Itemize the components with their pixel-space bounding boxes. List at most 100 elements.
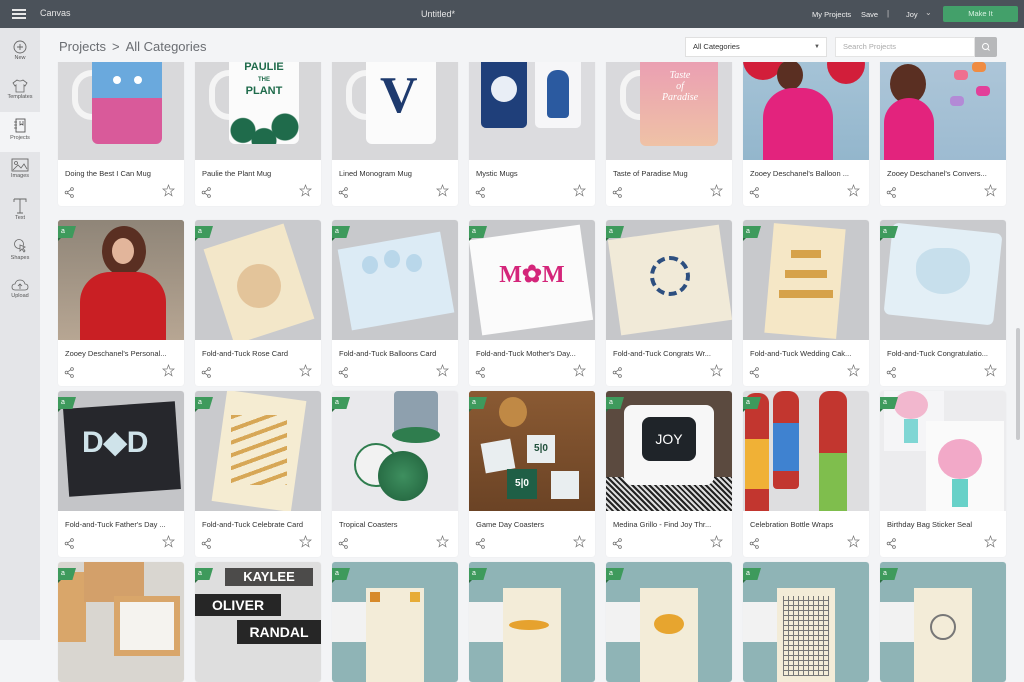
project-thumbnail[interactable]: a xyxy=(332,562,458,682)
document-title[interactable]: Untitled* xyxy=(0,9,876,19)
project-title[interactable]: Tropical Coasters xyxy=(332,511,452,533)
favorite-star-icon[interactable] xyxy=(573,535,586,553)
share-icon[interactable] xyxy=(64,536,75,554)
project-card[interactable]: a Celebration Bottle Wraps xyxy=(743,391,869,557)
category-select[interactable]: All Categories ▼ xyxy=(685,37,827,57)
project-title[interactable]: Medina Grillo - Find Joy Thr... xyxy=(606,511,726,533)
share-icon[interactable] xyxy=(201,536,212,554)
my-projects-link[interactable]: My Projects xyxy=(812,10,851,19)
project-title[interactable]: Fold-and-Tuck Father's Day ... xyxy=(58,511,178,533)
project-card[interactable]: a xyxy=(743,562,869,682)
favorite-star-icon[interactable] xyxy=(847,535,860,553)
share-icon[interactable] xyxy=(338,185,349,203)
project-thumbnail[interactable]: a xyxy=(58,220,184,340)
chevron-down-icon[interactable]: ⌄ xyxy=(925,8,932,17)
share-icon[interactable] xyxy=(612,365,623,383)
share-icon[interactable] xyxy=(64,185,75,203)
project-card[interactable]: D◆D a Fold-and-Tuck Father's Day ... xyxy=(58,391,184,557)
project-card[interactable]: aMystic Mugs xyxy=(469,40,595,206)
project-title[interactable]: Zooey Deschanel's Personal... xyxy=(58,340,178,362)
sidebar-item-shapes[interactable]: Shapes xyxy=(0,232,40,272)
favorite-star-icon[interactable] xyxy=(436,535,449,553)
project-title[interactable]: Zooey Deschanel's Convers... xyxy=(880,160,1000,182)
project-card[interactable]: a Tropical Coasters xyxy=(332,391,458,557)
share-icon[interactable] xyxy=(64,365,75,383)
sidebar-item-projects[interactable]: Projects xyxy=(0,112,40,152)
project-card[interactable]: PAULIETHEPLANTaPaulie the Plant Mug xyxy=(195,40,321,206)
project-thumbnail[interactable]: 5|0 5|0 a xyxy=(469,391,595,511)
project-thumbnail[interactable]: JOY a xyxy=(606,391,732,511)
project-card[interactable]: a xyxy=(880,562,1006,682)
project-title[interactable]: Doing the Best I Can Mug xyxy=(58,160,178,182)
project-thumbnail[interactable]: a xyxy=(880,220,1006,340)
favorite-star-icon[interactable] xyxy=(573,364,586,382)
favorite-star-icon[interactable] xyxy=(299,535,312,553)
project-thumbnail[interactable]: KAYLEE OLIVER RANDAL a xyxy=(195,562,321,682)
favorite-star-icon[interactable] xyxy=(162,364,175,382)
favorite-star-icon[interactable] xyxy=(984,364,997,382)
share-icon[interactable] xyxy=(749,185,760,203)
favorite-star-icon[interactable] xyxy=(984,535,997,553)
favorite-star-icon[interactable] xyxy=(847,364,860,382)
project-title[interactable]: Celebration Bottle Wraps xyxy=(743,511,863,533)
project-title[interactable]: Fold-and-Tuck Celebrate Card xyxy=(195,511,315,533)
project-card[interactable]: VaLined Monogram Mug xyxy=(332,40,458,206)
project-card[interactable]: aDoing the Best I Can Mug xyxy=(58,40,184,206)
project-card[interactable]: a xyxy=(606,562,732,682)
share-icon[interactable] xyxy=(612,185,623,203)
favorite-star-icon[interactable] xyxy=(573,184,586,202)
project-thumbnail[interactable]: a xyxy=(880,562,1006,682)
project-card[interactable]: a Fold-and-Tuck Balloons Card xyxy=(332,220,458,386)
project-thumbnail[interactable]: a xyxy=(332,391,458,511)
share-icon[interactable] xyxy=(338,536,349,554)
project-title[interactable]: Fold-and-Tuck Mother's Day... xyxy=(469,340,589,362)
favorite-star-icon[interactable] xyxy=(710,364,723,382)
project-thumbnail[interactable]: a xyxy=(58,562,184,682)
project-thumbnail[interactable]: a xyxy=(743,391,869,511)
sidebar-item-images[interactable]: Images xyxy=(0,152,40,192)
favorite-star-icon[interactable] xyxy=(710,535,723,553)
project-card[interactable]: a Birthday Bag Sticker Seal xyxy=(880,391,1006,557)
share-icon[interactable] xyxy=(338,365,349,383)
project-title[interactable]: Fold-and-Tuck Rose Card xyxy=(195,340,315,362)
project-thumbnail[interactable]: D◆D a xyxy=(58,391,184,511)
share-icon[interactable] xyxy=(475,185,486,203)
project-card[interactable]: a Fold-and-Tuck Congratulatio... xyxy=(880,220,1006,386)
project-card[interactable]: a Fold-and-Tuck Celebrate Card xyxy=(195,391,321,557)
favorite-star-icon[interactable] xyxy=(436,364,449,382)
favorite-star-icon[interactable] xyxy=(162,184,175,202)
sidebar-item-new[interactable]: New xyxy=(0,34,40,74)
share-icon[interactable] xyxy=(886,365,897,383)
project-card[interactable]: a Zooey Deschanel's Personal... xyxy=(58,220,184,386)
project-thumbnail[interactable]: a xyxy=(195,220,321,340)
project-thumbnail[interactable]: a xyxy=(743,562,869,682)
project-title[interactable]: Fold-and-Tuck Congrats Wr... xyxy=(606,340,726,362)
sidebar-item-text[interactable]: Text xyxy=(0,192,40,232)
user-menu[interactable]: Joy xyxy=(906,10,918,19)
search-button[interactable] xyxy=(975,37,997,57)
favorite-star-icon[interactable] xyxy=(984,184,997,202)
share-icon[interactable] xyxy=(201,185,212,203)
save-link[interactable]: Save xyxy=(861,10,878,19)
project-thumbnail[interactable]: a xyxy=(606,220,732,340)
project-thumbnail[interactable]: a xyxy=(469,562,595,682)
project-thumbnail[interactable]: a xyxy=(606,562,732,682)
project-card[interactable]: M✿M a Fold-and-Tuck Mother's Day... xyxy=(469,220,595,386)
search-input[interactable] xyxy=(843,42,968,51)
project-title[interactable]: Birthday Bag Sticker Seal xyxy=(880,511,1000,533)
favorite-star-icon[interactable] xyxy=(162,535,175,553)
project-title[interactable]: Taste of Paradise Mug xyxy=(606,160,726,182)
project-card[interactable]: aZooey Deschanel's Balloon ... xyxy=(743,40,869,206)
project-card[interactable]: TasteofParadiseaTaste of Paradise Mug xyxy=(606,40,732,206)
share-icon[interactable] xyxy=(475,365,486,383)
share-icon[interactable] xyxy=(749,365,760,383)
favorite-star-icon[interactable] xyxy=(299,184,312,202)
project-card[interactable]: a Fold-and-Tuck Wedding Cak... xyxy=(743,220,869,386)
favorite-star-icon[interactable] xyxy=(436,184,449,202)
favorite-star-icon[interactable] xyxy=(710,184,723,202)
project-title[interactable]: Fold-and-Tuck Wedding Cak... xyxy=(743,340,863,362)
sidebar-item-upload[interactable]: Upload xyxy=(0,272,40,312)
project-card[interactable]: JOY a Medina Grillo - Find Joy Thr... xyxy=(606,391,732,557)
project-thumbnail[interactable]: M✿M a xyxy=(469,220,595,340)
project-title[interactable]: Lined Monogram Mug xyxy=(332,160,452,182)
